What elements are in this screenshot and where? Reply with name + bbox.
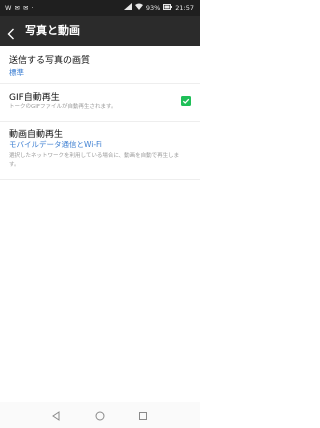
nav-back-button[interactable]	[49, 408, 63, 422]
signal-icon	[123, 0, 132, 16]
notification-icons: W ✉ ✉ ·	[5, 4, 35, 12]
gif-autoplay-checkbox[interactable]	[181, 96, 191, 106]
setting-title: GIF自動再生	[9, 93, 60, 103]
nav-home-button[interactable]	[93, 408, 107, 422]
battery-icon	[163, 0, 173, 16]
nav-recents-button[interactable]	[136, 408, 150, 422]
page-title: 写真と動画	[25, 24, 80, 37]
toolbar: 写真と動画	[0, 16, 200, 46]
setting-description: 選択したネットワークを利用している場合に、動画を自動で再生します。	[9, 153, 180, 168]
battery-percent: 93%	[145, 4, 161, 12]
circle-home-icon	[95, 411, 105, 421]
wifi-icon	[134, 0, 143, 16]
triangle-back-icon	[52, 411, 60, 421]
setting-title: 送信する写真の画質	[9, 56, 91, 66]
setting-description: トークのGIFファイルが自動再生されます。	[9, 104, 117, 110]
status-bar: W ✉ ✉ · 93% 21:57	[0, 0, 200, 16]
system-nav-bar	[0, 402, 200, 428]
clock: 21:57	[175, 4, 194, 12]
back-button[interactable]	[7, 25, 15, 40]
divider	[0, 179, 200, 180]
setting-value: 標準	[9, 68, 24, 77]
setting-photo-quality[interactable]: 送信する写真の画質 標準	[0, 46, 200, 83]
check-icon	[182, 98, 190, 104]
setting-gif-autoplay[interactable]: GIF自動再生 トークのGIFファイルが自動再生されます。	[0, 84, 200, 121]
square-recents-icon	[139, 412, 147, 420]
setting-video-autoplay[interactable]: 動画自動再生 モバイルデータ通信とWi-Fi 選択したネットワークを利用している…	[0, 122, 200, 178]
status-right: 93% 21:57	[123, 0, 194, 16]
setting-value: モバイルデータ通信とWi-Fi	[9, 140, 102, 149]
chevron-left-icon	[7, 28, 14, 40]
